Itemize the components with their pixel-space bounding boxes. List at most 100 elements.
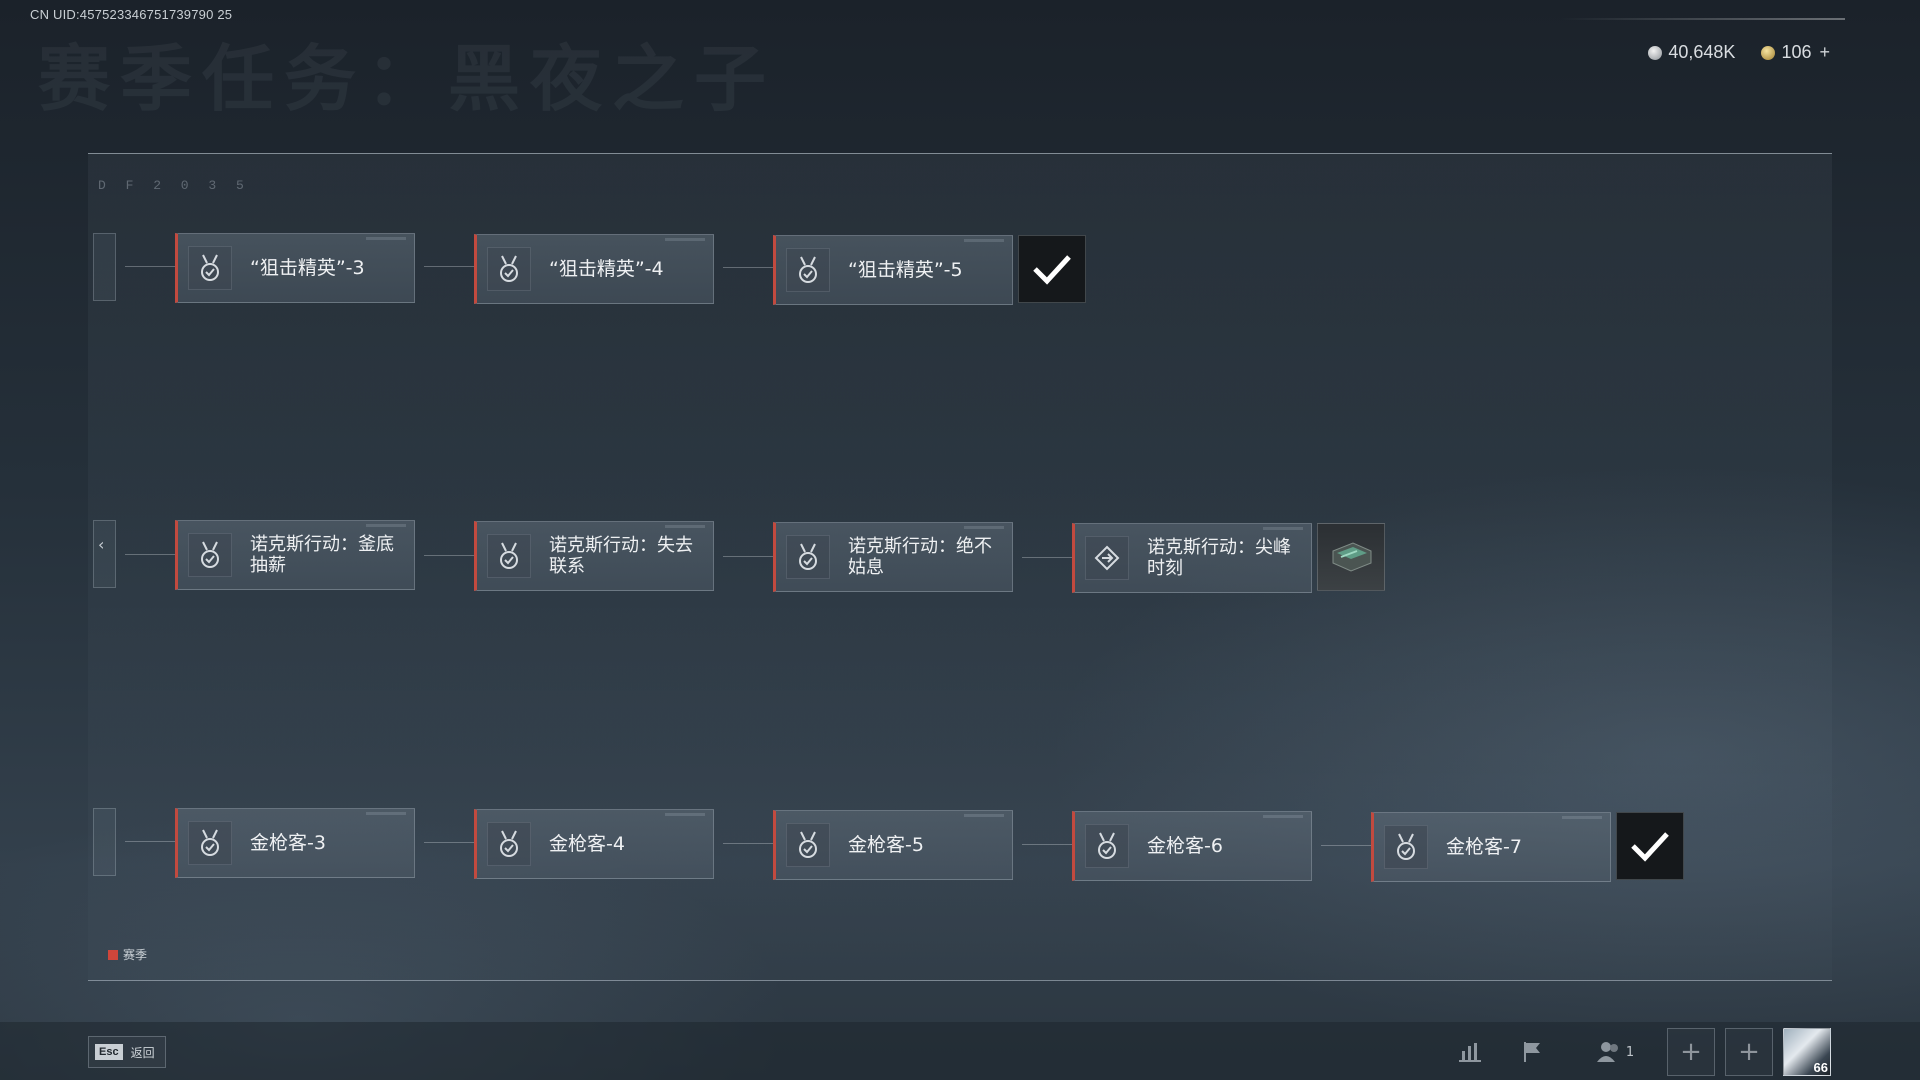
corner-mark bbox=[964, 239, 1004, 242]
connector bbox=[1022, 557, 1072, 558]
plus-icon: + bbox=[1680, 1037, 1702, 1067]
corner-mark bbox=[964, 526, 1004, 529]
reward-completed[interactable] bbox=[1018, 235, 1086, 303]
row-prev-stub[interactable] bbox=[93, 808, 116, 876]
friends-icon bbox=[1596, 1042, 1618, 1062]
task-card[interactable]: 金枪客-4 bbox=[474, 809, 714, 879]
silver-coin-icon bbox=[1648, 45, 1663, 60]
bar-chart-icon bbox=[1459, 1043, 1481, 1062]
connector bbox=[723, 267, 773, 268]
stats-button[interactable] bbox=[1450, 1036, 1490, 1068]
back-button[interactable]: Esc 返回 bbox=[88, 1036, 166, 1068]
corner-mark bbox=[964, 814, 1004, 817]
task-label: “狙击精英”-5 bbox=[848, 258, 963, 281]
legend-swatch bbox=[108, 949, 118, 960]
task-card[interactable]: 诺克斯行动：釜底抽薪 bbox=[175, 520, 415, 590]
task-card[interactable]: 金枪客-5 bbox=[773, 810, 1013, 880]
corner-mark bbox=[665, 525, 705, 528]
medal-check-icon bbox=[188, 533, 232, 577]
checkmark-icon bbox=[1631, 832, 1669, 862]
page-title: 赛季任务：黑夜之子 bbox=[38, 37, 777, 121]
task-label: 诺克斯行动：釜底抽薪 bbox=[250, 534, 394, 576]
task-label: 金枪客-6 bbox=[1147, 834, 1223, 857]
task-card[interactable]: 诺克斯行动：绝不姑息 bbox=[773, 522, 1013, 592]
silver-amount: 40,648K bbox=[1668, 42, 1736, 62]
task-label: 诺克斯行动：失去联系 bbox=[549, 535, 693, 577]
medal-check-icon bbox=[487, 534, 531, 578]
task-card[interactable]: 诺克斯行动：失去联系 bbox=[474, 521, 714, 591]
gold-currency[interactable]: 106 + bbox=[1761, 42, 1830, 63]
medal-check-icon bbox=[188, 246, 232, 290]
task-label: 金枪客-4 bbox=[549, 832, 625, 855]
task-card[interactable]: “狙击精英”-4 bbox=[474, 234, 714, 304]
armor-plate-icon bbox=[1332, 542, 1372, 572]
task-card[interactable]: “狙击精英”-3 bbox=[175, 233, 415, 303]
connector bbox=[125, 554, 175, 555]
medal-check-icon bbox=[786, 248, 830, 292]
row-prev-stub[interactable] bbox=[93, 233, 116, 301]
currency-bar: 40,648K 106 + bbox=[1648, 42, 1830, 63]
task-label: 诺克斯行动：绝不姑息 bbox=[848, 536, 992, 578]
medal-check-icon bbox=[786, 535, 830, 579]
legend-label: 赛季 bbox=[123, 948, 148, 962]
medal-check-icon bbox=[188, 821, 232, 865]
task-card[interactable]: 诺克斯行动：尖峰时刻 bbox=[1072, 523, 1312, 593]
task-label: 金枪客-3 bbox=[250, 831, 326, 854]
chevron-left-icon: ‹ bbox=[98, 535, 105, 554]
medal-check-icon bbox=[1384, 825, 1428, 869]
task-label: “狙击精英”-3 bbox=[250, 256, 365, 279]
decorative-line bbox=[1560, 18, 1845, 20]
squad-slot-2[interactable]: + bbox=[1725, 1028, 1773, 1076]
flag-icon bbox=[1524, 1042, 1540, 1062]
connector bbox=[723, 843, 773, 844]
friends-button[interactable]: 1 bbox=[1585, 1036, 1645, 1068]
connector bbox=[424, 555, 474, 556]
corner-mark bbox=[1263, 815, 1303, 818]
corner-mark bbox=[1562, 816, 1602, 819]
row-prev-stub[interactable]: ‹ bbox=[93, 520, 116, 588]
task-card[interactable]: 金枪客-6 bbox=[1072, 811, 1312, 881]
player-level: 66 bbox=[1813, 1060, 1828, 1075]
corner-mark bbox=[366, 524, 406, 527]
task-label: 诺克斯行动：尖峰时刻 bbox=[1147, 537, 1291, 579]
task-label: 金枪客-5 bbox=[848, 833, 924, 856]
gold-amount: 106 bbox=[1781, 42, 1812, 62]
connector bbox=[125, 841, 175, 842]
medal-check-icon bbox=[487, 247, 531, 291]
esc-key: Esc bbox=[95, 1044, 123, 1060]
checkmark-icon bbox=[1033, 255, 1071, 285]
connector bbox=[723, 556, 773, 557]
medal-check-icon bbox=[786, 823, 830, 867]
gold-coin-icon bbox=[1761, 45, 1776, 60]
corner-mark bbox=[665, 813, 705, 816]
corner-mark bbox=[665, 238, 705, 241]
legend: 赛季 bbox=[108, 946, 147, 963]
connector bbox=[125, 266, 175, 267]
silver-currency: 40,648K bbox=[1648, 42, 1735, 63]
medal-check-icon bbox=[1085, 824, 1129, 868]
waypoint-icon bbox=[1085, 536, 1129, 580]
task-label: “狙击精英”-4 bbox=[549, 257, 664, 280]
corner-mark bbox=[366, 237, 406, 240]
connector bbox=[1022, 844, 1072, 845]
plus-icon: + bbox=[1738, 1037, 1760, 1067]
reward-completed[interactable] bbox=[1616, 812, 1684, 880]
squad-slot-1[interactable]: + bbox=[1667, 1028, 1715, 1076]
friend-count: 1 bbox=[1625, 1044, 1635, 1060]
corner-mark bbox=[1263, 527, 1303, 530]
connector bbox=[1321, 845, 1371, 846]
task-card[interactable]: “狙击精英”-5 bbox=[773, 235, 1013, 305]
add-gold-button[interactable]: + bbox=[1819, 42, 1830, 63]
board-tag: D F 2 0 3 5 bbox=[98, 178, 250, 193]
corner-mark bbox=[366, 812, 406, 815]
avatar[interactable]: 66 bbox=[1783, 1028, 1831, 1076]
back-label: 返回 bbox=[130, 1045, 155, 1060]
medal-check-icon bbox=[487, 822, 531, 866]
connector bbox=[424, 266, 474, 267]
task-card[interactable]: 金枪客-3 bbox=[175, 808, 415, 878]
task-card[interactable]: 金枪客-7 bbox=[1371, 812, 1611, 882]
connector bbox=[424, 842, 474, 843]
flag-button[interactable] bbox=[1513, 1036, 1553, 1068]
reward-item[interactable] bbox=[1317, 523, 1385, 591]
task-label: 金枪客-7 bbox=[1446, 835, 1522, 858]
